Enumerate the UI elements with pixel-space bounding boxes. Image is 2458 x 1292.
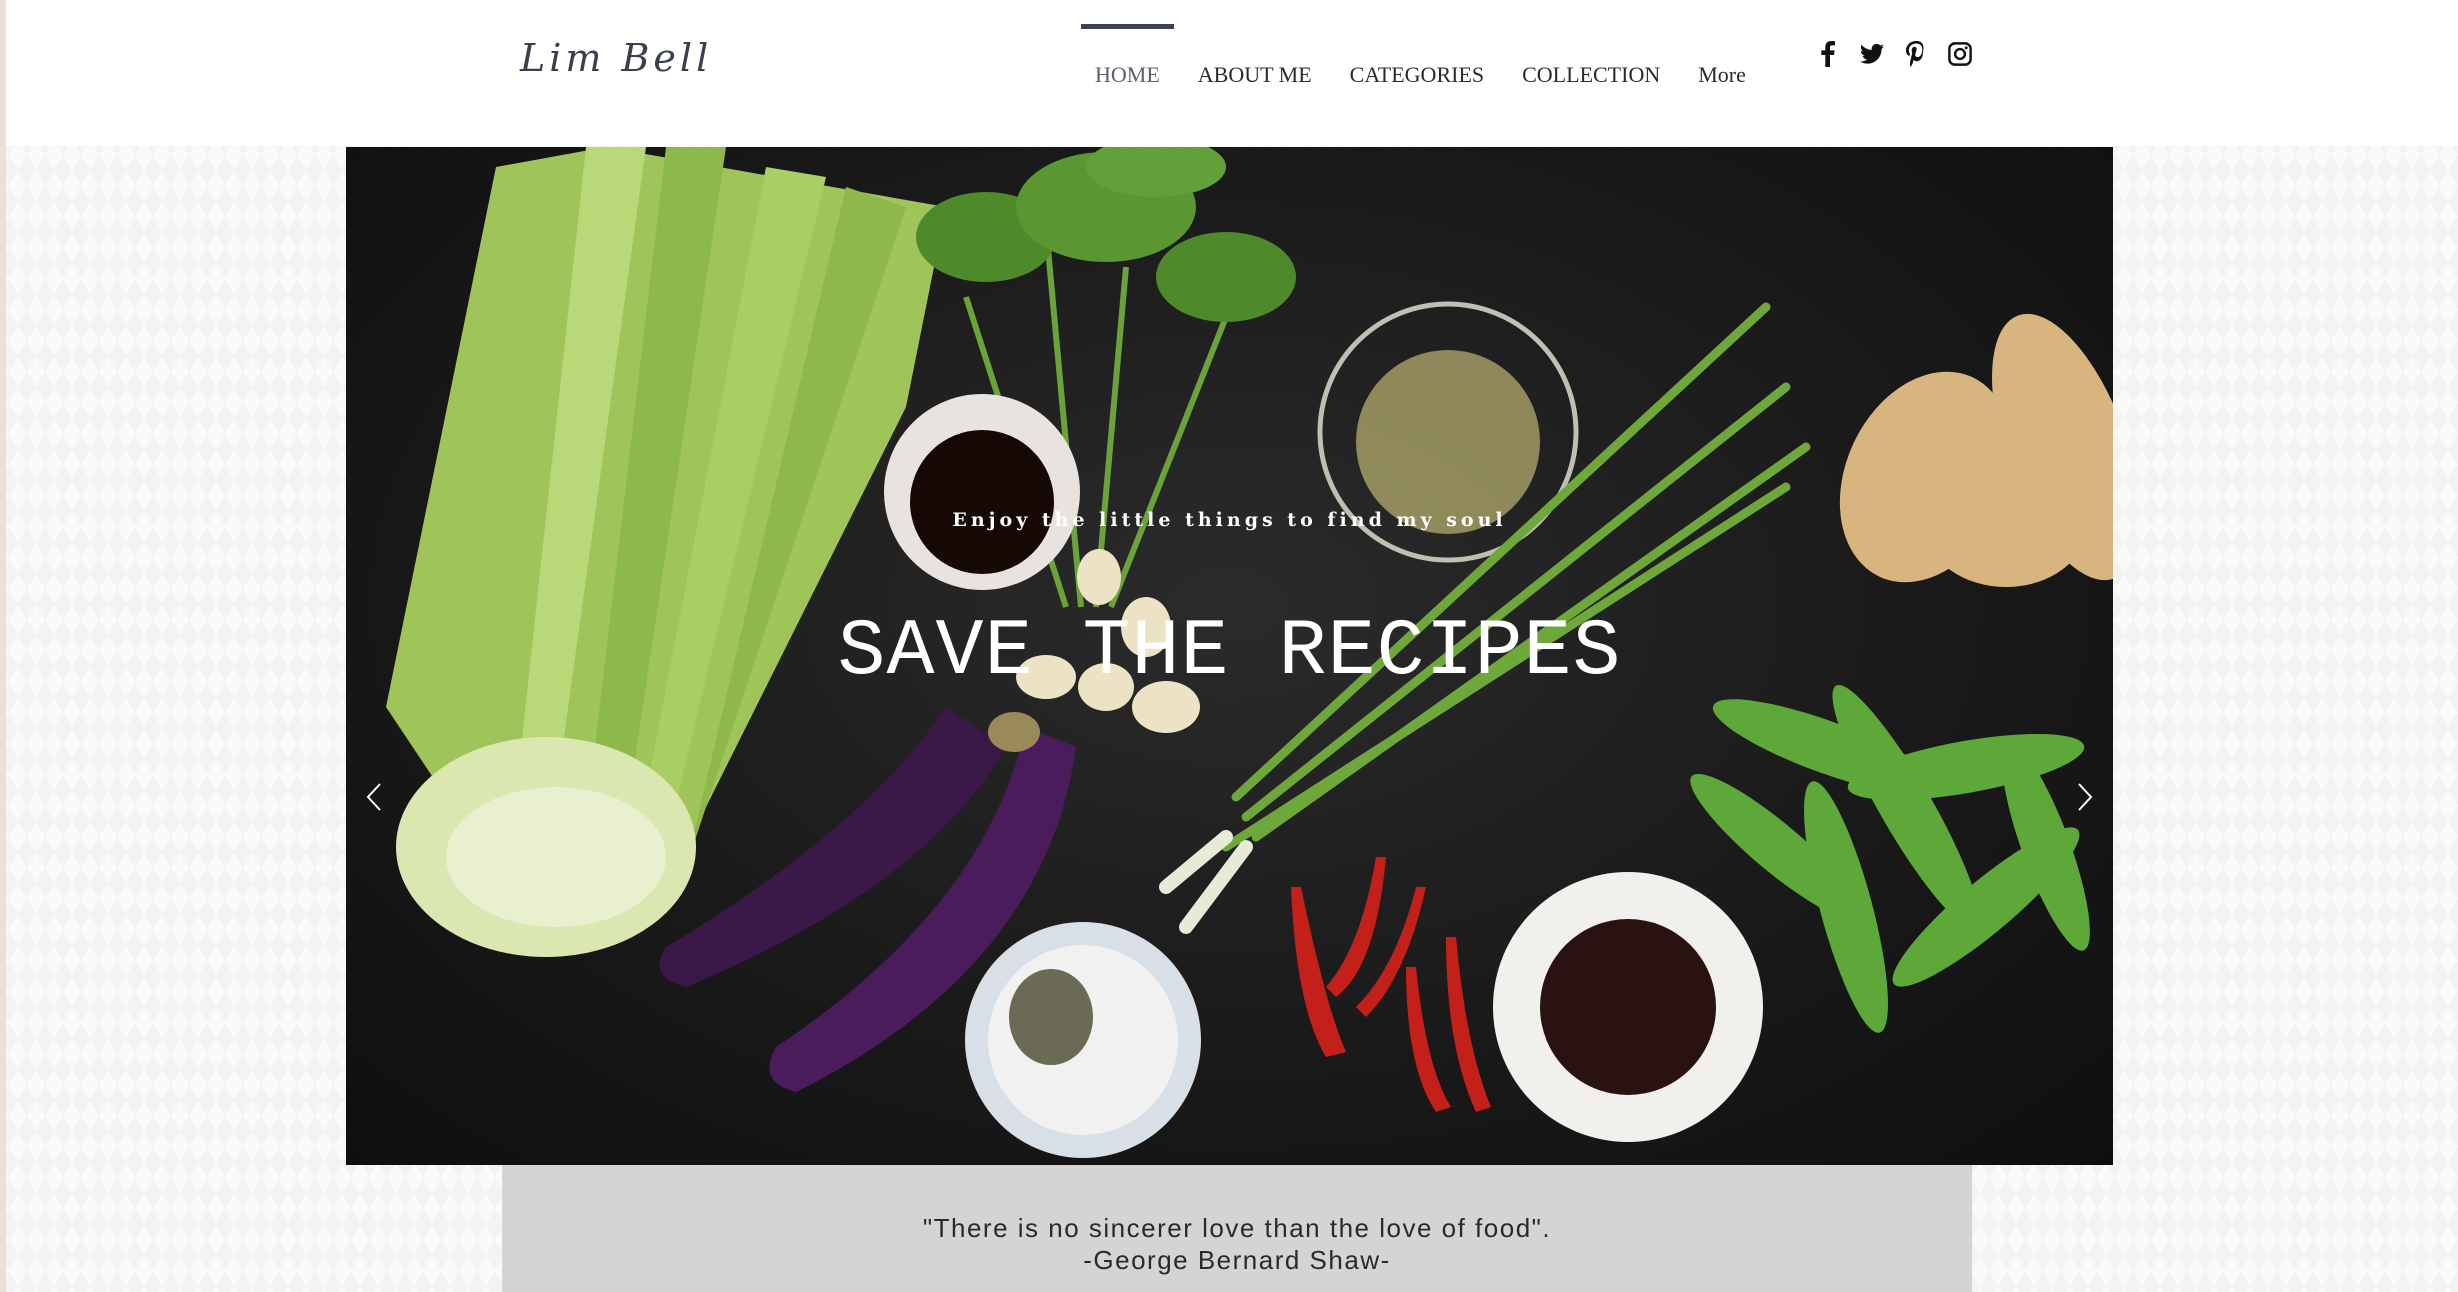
site-logo[interactable]: Lim Bell bbox=[520, 36, 712, 80]
hero-title: SAVE THE RECIPES bbox=[837, 607, 1622, 698]
facebook-icon[interactable] bbox=[1816, 38, 1840, 70]
quote-block: "There is no sincerer love than the love… bbox=[502, 1212, 1972, 1276]
quote-section: "There is no sincerer love than the love… bbox=[502, 1165, 1972, 1292]
ginger-illustration bbox=[1839, 313, 2113, 587]
nav-item-categories[interactable]: CATEGORIES bbox=[1331, 24, 1503, 104]
social-bar bbox=[1816, 38, 1972, 70]
instagram-icon[interactable] bbox=[1948, 38, 1972, 70]
hero-tagline: Enjoy the little things to find my soul bbox=[952, 509, 1507, 531]
hero-slideshow: Enjoy the little things to find my soul … bbox=[346, 147, 2113, 1165]
chevron-left-icon bbox=[366, 783, 381, 811]
nav-item-about-me[interactable]: ABOUT ME bbox=[1179, 24, 1331, 104]
nav-item-collection[interactable]: COLLECTION bbox=[1503, 24, 1679, 104]
slideshow-prev-button[interactable] bbox=[354, 767, 394, 827]
nav-item-more[interactable]: More bbox=[1679, 24, 1765, 104]
main-nav: HOME ABOUT ME CATEGORIES COLLECTION More bbox=[1076, 24, 1765, 104]
quote-text: "There is no sincerer love than the love… bbox=[922, 1213, 1552, 1243]
quote-author: -George Bernard Shaw- bbox=[1083, 1245, 1391, 1275]
chili-illustration bbox=[1291, 857, 1491, 1112]
chevron-right-icon bbox=[2078, 783, 2093, 811]
twitter-icon[interactable] bbox=[1860, 38, 1884, 70]
slideshow-next-button[interactable] bbox=[2065, 767, 2105, 827]
page-edge bbox=[0, 0, 6, 1292]
site-header: Lim Bell HOME ABOUT ME CATEGORIES COLLEC… bbox=[6, 0, 2458, 146]
pinterest-icon[interactable] bbox=[1904, 38, 1928, 70]
nav-item-home[interactable]: HOME bbox=[1076, 24, 1179, 104]
